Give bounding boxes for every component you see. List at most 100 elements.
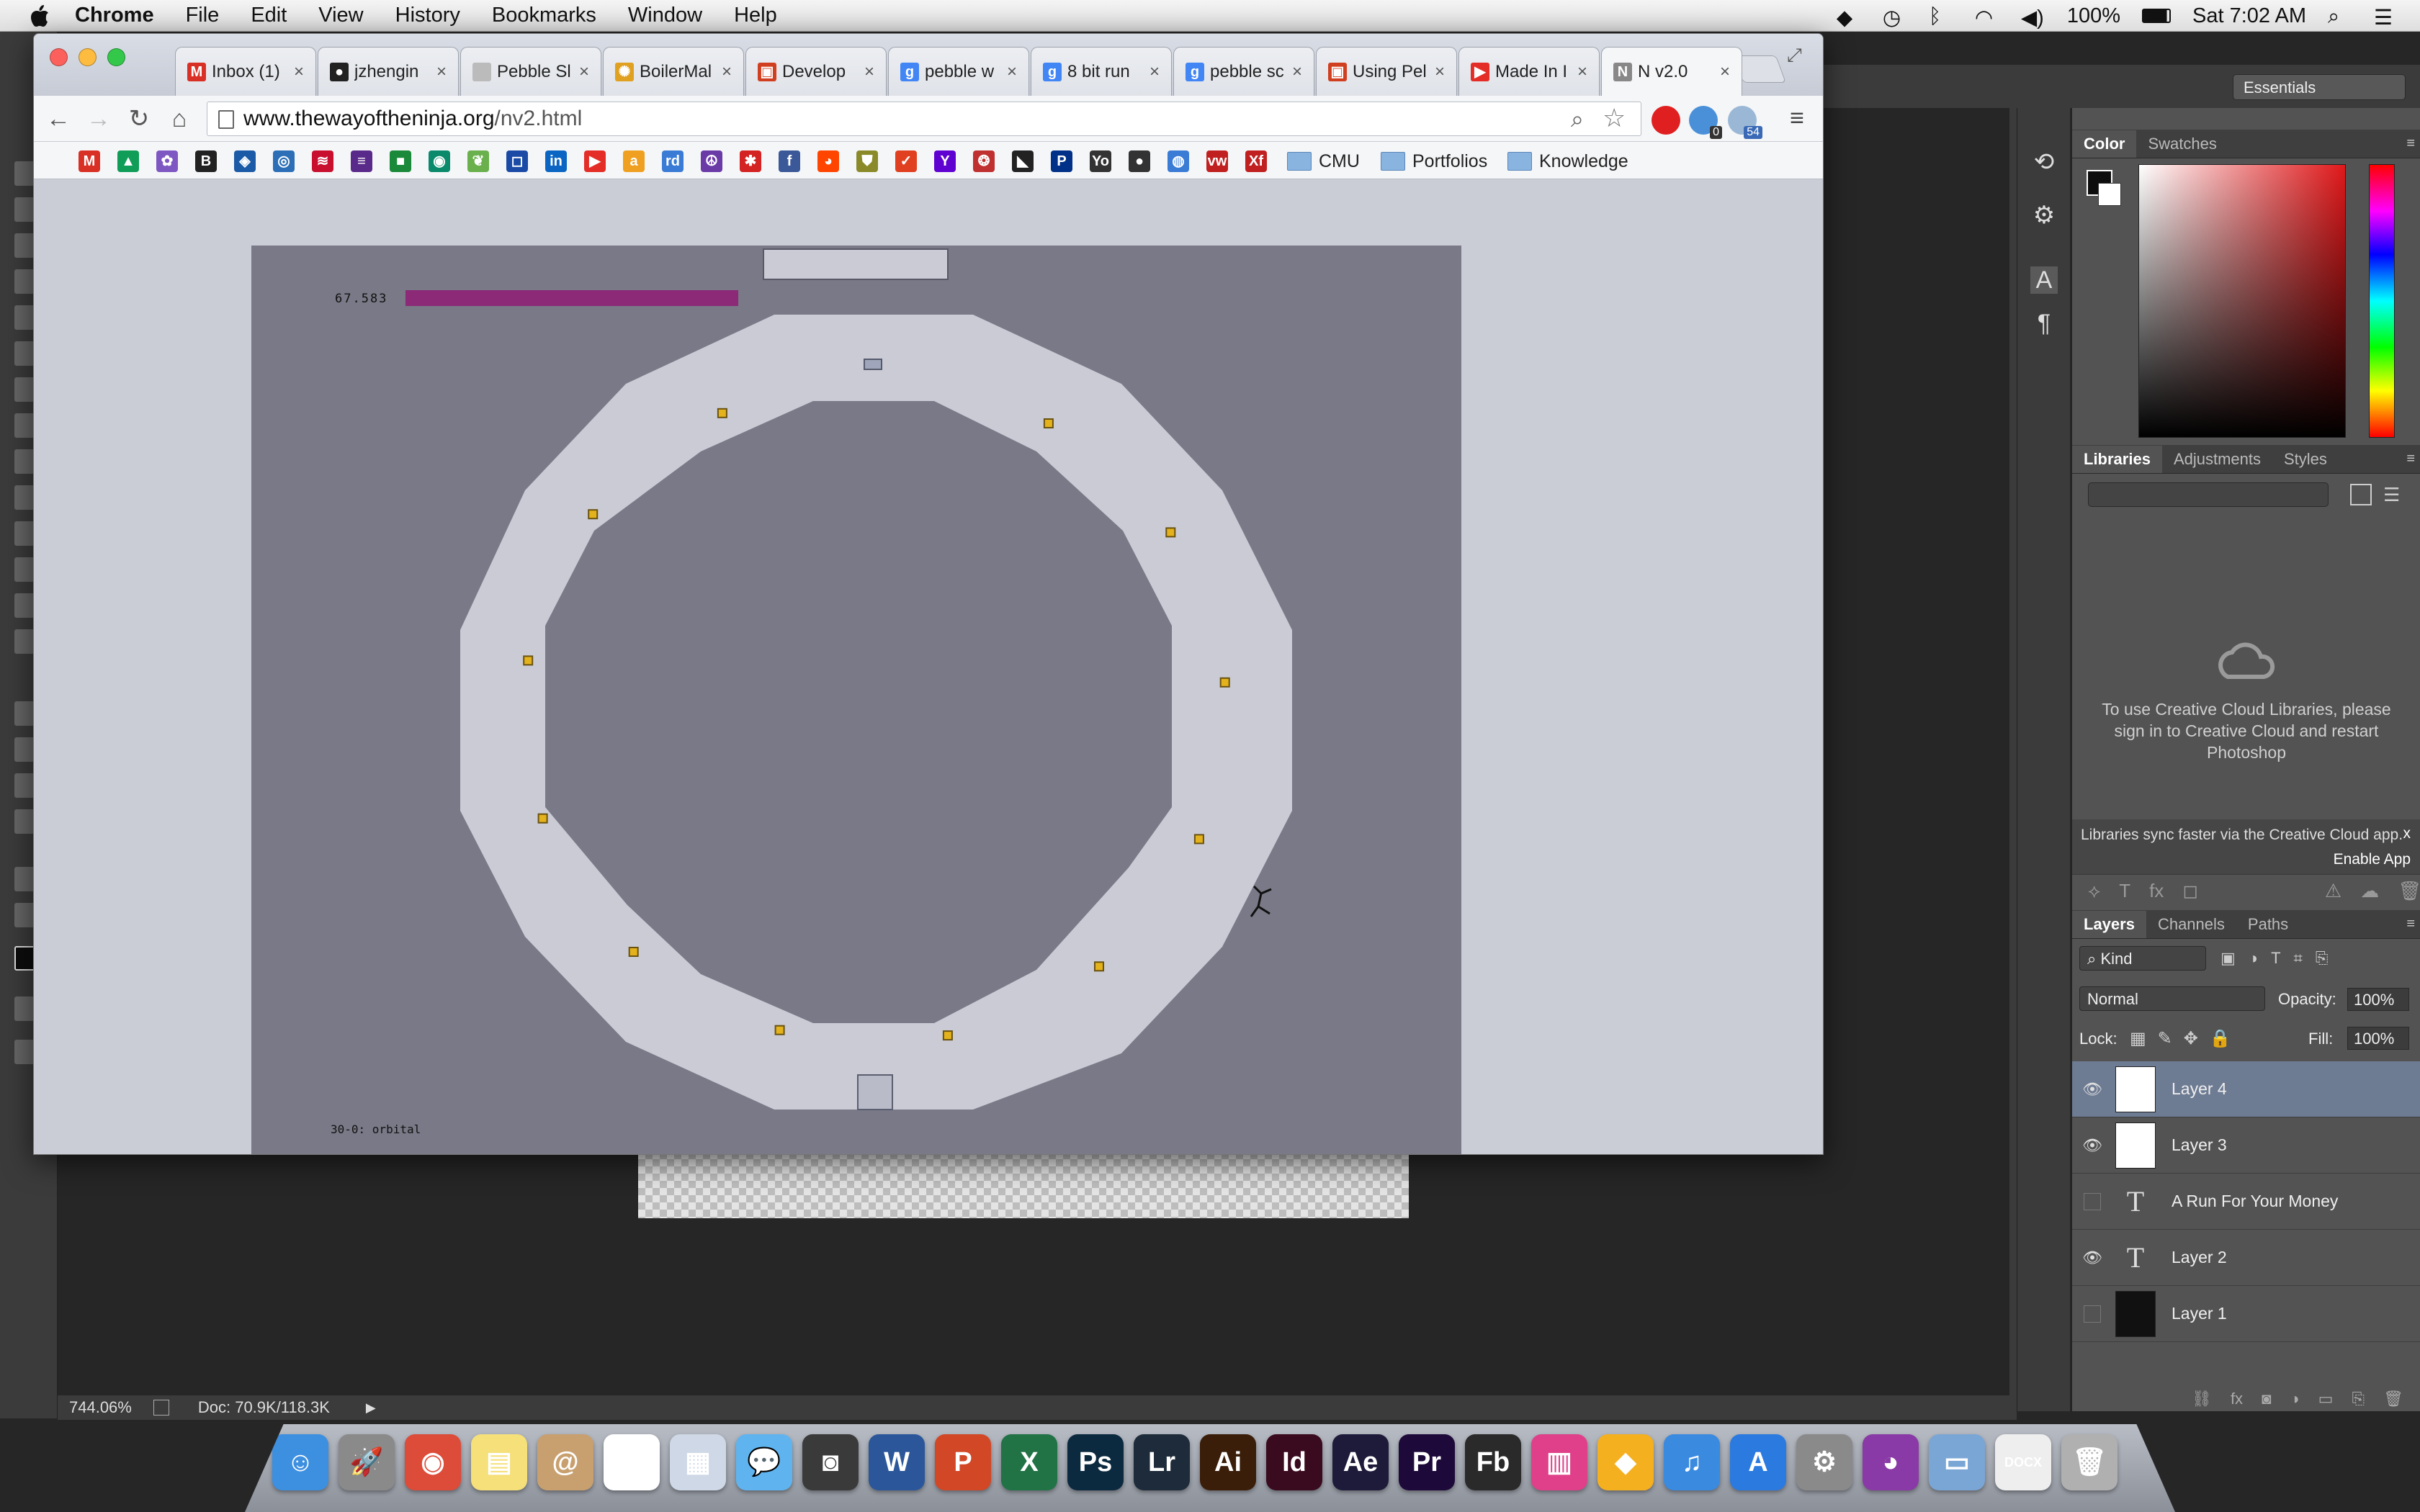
spotlight-icon[interactable]: ⌕: [2328, 5, 2352, 28]
character-panel-icon[interactable]: A: [2030, 266, 2058, 294]
zoom-level[interactable]: 744.06%: [69, 1398, 132, 1417]
trash-icon[interactable]: 🗑: [2061, 1434, 2118, 1490]
youtube-icon[interactable]: ▶: [584, 150, 606, 172]
nike-icon[interactable]: ✓: [895, 150, 917, 172]
tab-adjustments[interactable]: Adjustments: [2162, 446, 2272, 473]
tab[interactable]: g pebble w ×: [888, 47, 1029, 96]
amazon-icon[interactable]: a: [623, 150, 645, 172]
menu-view[interactable]: View: [318, 4, 363, 27]
tab-close-icon[interactable]: ×: [431, 62, 452, 82]
opacity-input[interactable]: 100%: [2347, 988, 2409, 1011]
shield-icon[interactable]: ⛊: [856, 150, 878, 172]
fx-icon[interactable]: fx: [2231, 1390, 2243, 1411]
peace-icon[interactable]: ☮: [701, 150, 722, 172]
list-view-icon[interactable]: ☰: [2383, 484, 2405, 505]
tab-swatches[interactable]: Swatches: [2136, 130, 2228, 158]
layer-row[interactable]: 👁 Layer 3: [2072, 1117, 2420, 1174]
tab-close-icon[interactable]: ×: [859, 62, 880, 82]
bookmark-icon[interactable]: vw: [1206, 150, 1228, 172]
blend-mode-select[interactable]: Normal: [2079, 986, 2265, 1011]
game-canvas[interactable]: 67.583 30-0: orbital: [251, 246, 1461, 1154]
github-icon[interactable]: ●: [1129, 150, 1150, 172]
tab[interactable]: ▣ Using Pel ×: [1316, 47, 1457, 96]
lock-icons[interactable]: ▦✎✥🔒: [2130, 1028, 2243, 1049]
layer-filter-icons[interactable]: ▣◑T⌗⎘: [2220, 949, 2341, 968]
forward-button[interactable]: →: [83, 103, 115, 135]
status-menu-arrow-icon[interactable]: ▶: [366, 1400, 376, 1416]
excel-icon[interactable]: X: [1001, 1434, 1057, 1490]
github-desktop-icon[interactable]: ◕: [1863, 1434, 1919, 1490]
tab[interactable]: ✺ BoilerMal ×: [603, 47, 744, 96]
eye-icon[interactable]: 👁: [2072, 1248, 2112, 1267]
adjustment-icon[interactable]: ◑: [2290, 1390, 2299, 1411]
bookmark-icon[interactable]: Yo: [1090, 150, 1111, 172]
menu-app-name[interactable]: Chrome: [75, 4, 154, 27]
dropbox-icon[interactable]: ◆: [1837, 5, 1861, 30]
picasa-icon[interactable]: ✿: [156, 150, 178, 172]
powerpoint-icon[interactable]: P: [935, 1434, 991, 1490]
visibility-toggle[interactable]: [2084, 1192, 2101, 1210]
add-style-icon[interactable]: fx: [2149, 880, 2164, 902]
bookmark-folder-portfolios[interactable]: Portfolios: [1381, 149, 1487, 174]
yahoo-icon[interactable]: Y: [934, 150, 956, 172]
yelp-icon[interactable]: ✱: [740, 150, 761, 172]
tab[interactable]: ▣ Develop ×: [745, 47, 887, 96]
tab[interactable]: M Inbox (1) ×: [175, 47, 316, 96]
fill-input[interactable]: 100%: [2347, 1027, 2409, 1050]
zoom-icon[interactable]: ⌕: [1571, 106, 1584, 133]
weather-icon[interactable]: 54: [1728, 106, 1762, 139]
reload-button[interactable]: ↻: [123, 103, 155, 135]
menu-bookmarks[interactable]: Bookmarks: [492, 4, 596, 27]
calendar-icon[interactable]: 18: [604, 1434, 660, 1490]
bookmark-folder-knowledge[interactable]: Knowledge: [1507, 149, 1628, 174]
close-window-button[interactable]: [50, 48, 68, 66]
battery-percent[interactable]: 100%: [2067, 4, 2120, 28]
tab-close-icon[interactable]: ×: [1144, 62, 1165, 82]
bofa-icon[interactable]: ≋: [312, 150, 333, 172]
paragraph-panel-icon[interactable]: ¶: [2030, 310, 2058, 337]
tab[interactable]: g pebble sc ×: [1173, 47, 1314, 96]
linkedin-icon[interactable]: in: [545, 150, 567, 172]
itunes-icon[interactable]: ♫: [1664, 1434, 1720, 1490]
stickies-icon[interactable]: ▤: [471, 1434, 527, 1490]
hue-slider[interactable]: [2369, 164, 2395, 438]
close-icon[interactable]: x: [2403, 825, 2411, 842]
bookmark-icon[interactable]: ◎: [273, 150, 295, 172]
tab-channels[interactable]: Channels: [2146, 911, 2236, 938]
battery-icon[interactable]: [2142, 9, 2171, 23]
tab-paths[interactable]: Paths: [2236, 911, 2300, 938]
menu-help[interactable]: Help: [734, 4, 777, 27]
panel-menu-icon[interactable]: ≡: [2406, 135, 2415, 152]
adblock-icon[interactable]: [1652, 106, 1680, 135]
drive-icon[interactable]: ▲: [117, 150, 139, 172]
add-text-icon[interactable]: T: [2119, 880, 2130, 902]
appstore-icon[interactable]: A: [1730, 1434, 1786, 1490]
premiere-icon[interactable]: Pr: [1399, 1434, 1455, 1490]
trash-icon[interactable]: 🗑: [2398, 880, 2420, 902]
clock[interactable]: Sat 7:02 AM: [2192, 4, 2306, 28]
bookmark-icon[interactable]: ◉: [429, 150, 450, 172]
facetime-icon[interactable]: ◙: [802, 1434, 859, 1490]
wifi-icon[interactable]: ◠: [1975, 5, 1999, 30]
history-panel-icon[interactable]: ⟲: [2030, 148, 2058, 176]
menu-file[interactable]: File: [186, 4, 220, 27]
xfinity-icon[interactable]: Xf: [1245, 150, 1267, 172]
bookmark-folder-cmu[interactable]: CMU: [1287, 149, 1360, 174]
tab-close-icon[interactable]: ×: [1714, 62, 1736, 82]
bookmark-icon[interactable]: ◻: [506, 150, 528, 172]
bookmark-star-icon[interactable]: ☆: [1603, 103, 1626, 133]
grid-view-icon[interactable]: [2350, 484, 2372, 505]
flashbuilder-icon[interactable]: Fb: [1465, 1434, 1521, 1490]
export-icon[interactable]: [153, 1400, 169, 1416]
background-swatch[interactable]: [2098, 183, 2121, 206]
bookmark-icon[interactable]: ■: [390, 150, 411, 172]
zoom-window-button[interactable]: [107, 48, 125, 66]
gmail-icon[interactable]: M: [79, 150, 100, 172]
bluetooth-icon[interactable]: ᛒ: [1929, 5, 1953, 28]
tab[interactable]: ● jzhengin ×: [318, 47, 459, 96]
add-color-icon[interactable]: ◻: [2182, 880, 2198, 902]
eye-icon[interactable]: 👁: [2072, 1136, 2112, 1155]
bookmark-icon[interactable]: ❂: [973, 150, 995, 172]
minimize-window-button[interactable]: [79, 48, 97, 66]
illustrator-icon[interactable]: Ai: [1200, 1434, 1256, 1490]
